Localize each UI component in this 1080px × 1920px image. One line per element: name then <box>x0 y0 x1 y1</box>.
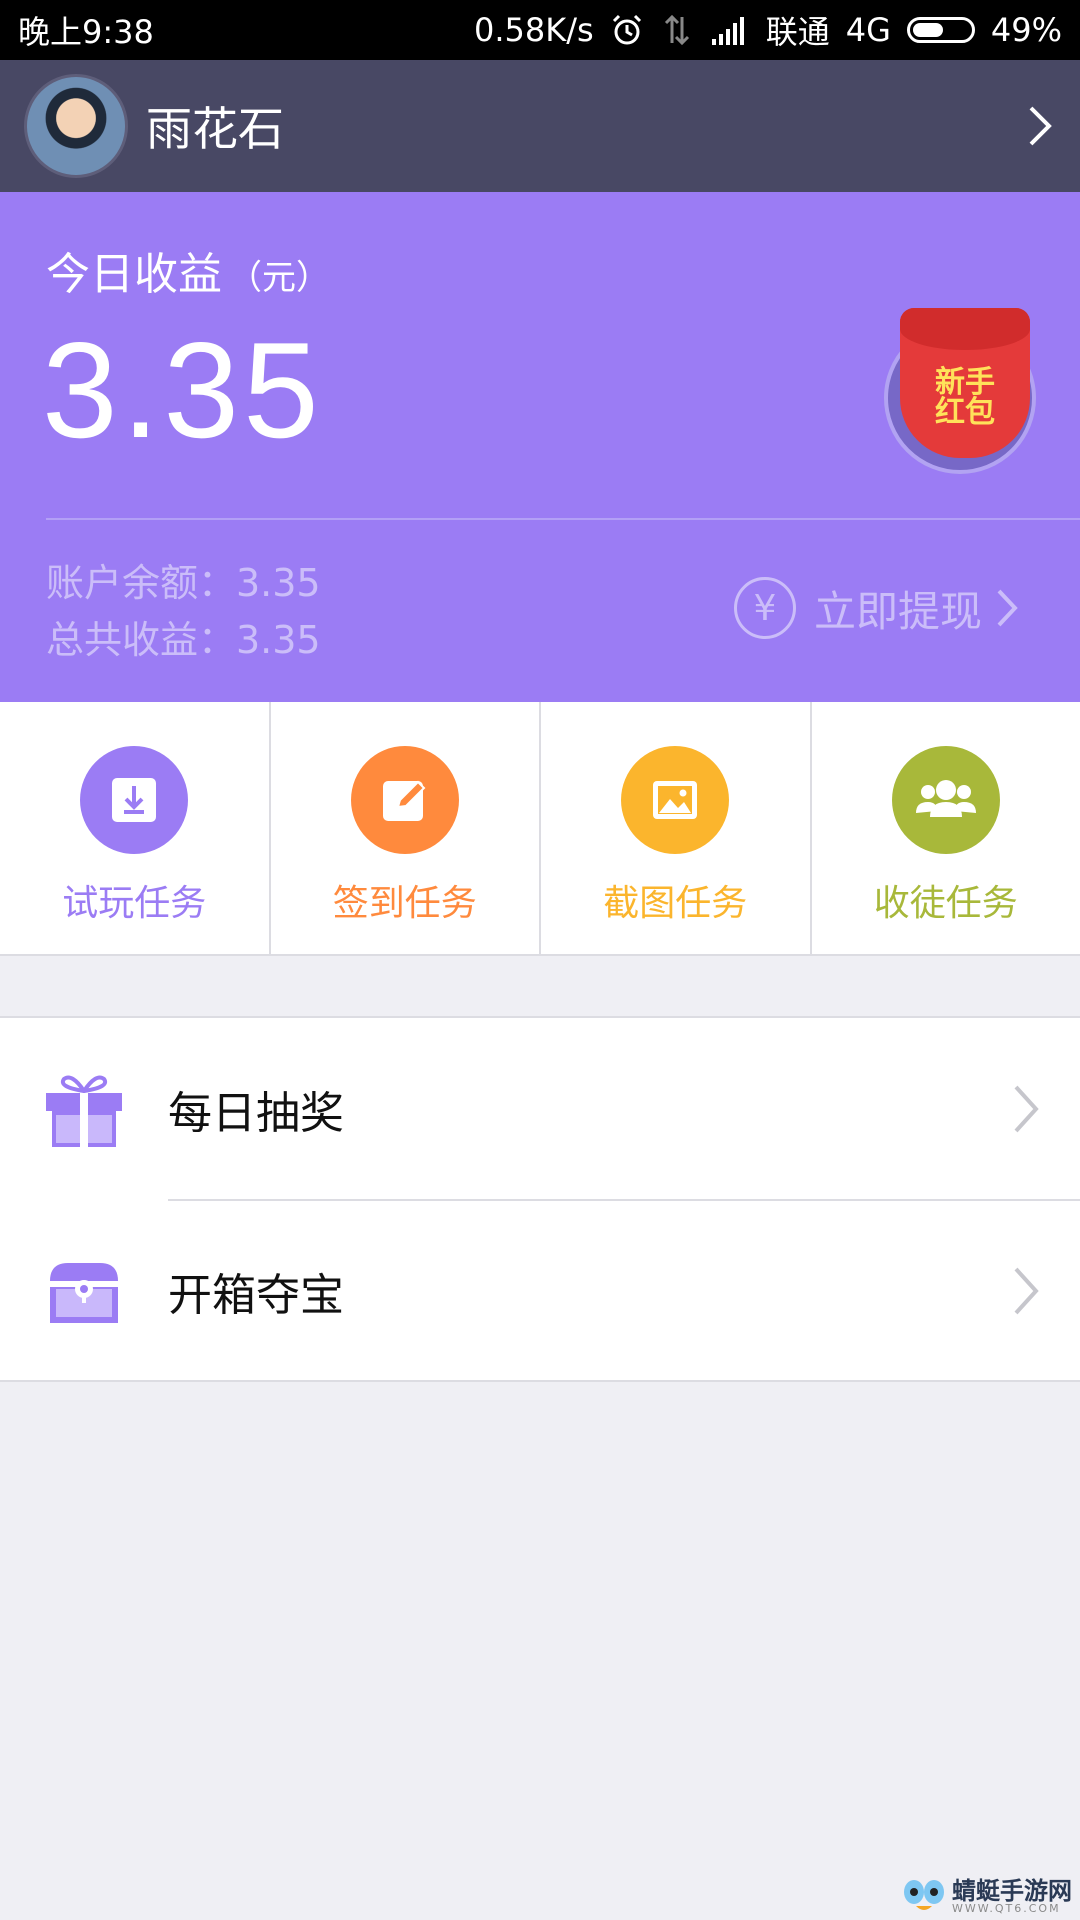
gift-icon <box>46 1075 122 1147</box>
battery-percent: 49% <box>990 11 1062 49</box>
task-label: 收徒任务 <box>873 883 1018 924</box>
newbie-red-packet-button[interactable]: 新手红包 <box>884 308 1036 474</box>
chevron-right-icon <box>996 1265 1056 1317</box>
earnings-panel: 今日收益 （元） 3.35 新手红包 账户余额：3.35 总共收益：3.35 ¥ … <box>0 192 1080 702</box>
data-transfer-icon <box>664 14 689 46</box>
chevron-right-icon[interactable] <box>1000 104 1080 148</box>
chevron-right-icon <box>997 589 1018 627</box>
signal-icon <box>711 17 744 45</box>
status-bar: 晚上9:38 0.58K/s 联通 4G 49% <box>0 0 1080 60</box>
withdraw-button[interactable]: ¥ 立即提现 <box>734 575 1020 641</box>
today-earnings-title: 今日收益 （元） <box>46 238 330 302</box>
status-indicators: 0.58K/s 联通 4G 49% <box>474 7 1062 53</box>
network-type: 4G <box>845 11 891 49</box>
users-icon <box>891 746 1000 854</box>
total-earnings: 总共收益：3.35 <box>46 618 321 662</box>
battery-icon <box>906 17 975 43</box>
download-icon <box>80 746 189 854</box>
menu-list: 每日抽奖 开箱夺宝 <box>0 1016 1080 1382</box>
red-packet-text: 新手红包 <box>935 365 995 430</box>
today-earnings-label: 今日收益 <box>46 249 222 300</box>
list-label: 开箱夺宝 <box>168 1270 344 1321</box>
red-envelope-icon: 新手红包 <box>900 308 1030 458</box>
treasure-chest-icon <box>50 1263 118 1323</box>
account-balance: 账户余额：3.35 <box>46 561 321 605</box>
task-label: 试玩任务 <box>62 883 207 924</box>
task-grid: 试玩任务 签到任务 截图任务 收徒任务 <box>0 702 1080 956</box>
task-screenshot[interactable]: 截图任务 <box>541 702 812 954</box>
profile-header[interactable]: 雨花石 <box>0 60 1080 192</box>
yen-icon: ¥ <box>734 577 796 639</box>
currency-unit: （元） <box>228 258 330 298</box>
alarm-icon <box>612 14 641 45</box>
watermark-text: 蜻蜓手游网 <box>952 1876 1072 1905</box>
avatar[interactable] <box>24 74 128 178</box>
list-item-daily-lottery[interactable]: 每日抽奖 <box>0 1018 1080 1200</box>
today-earnings-value: 3.35 <box>42 314 323 466</box>
task-recruit[interactable]: 收徒任务 <box>812 702 1080 954</box>
chevron-right-icon <box>996 1083 1056 1135</box>
task-label: 截图任务 <box>603 883 748 924</box>
net-speed: 0.58K/s <box>474 11 594 49</box>
image-icon <box>621 746 730 854</box>
site-watermark: 蜻蜓手游网 WWW.QT6.COM <box>902 1876 1072 1916</box>
task-label: 签到任务 <box>332 883 477 924</box>
list-label: 每日抽奖 <box>168 1088 344 1139</box>
carrier-label: 联通 <box>765 13 830 51</box>
divider <box>46 518 1080 520</box>
watermark-url: WWW.QT6.COM <box>952 1901 1061 1915</box>
withdraw-label: 立即提现 <box>814 586 983 636</box>
status-time: 晚上9:38 <box>18 13 154 51</box>
edit-icon <box>350 746 459 854</box>
username: 雨花石 <box>146 102 284 156</box>
task-trial-play[interactable]: 试玩任务 <box>0 702 271 954</box>
list-item-treasure-box[interactable]: 开箱夺宝 <box>0 1200 1080 1382</box>
task-check-in[interactable]: 签到任务 <box>271 702 541 954</box>
dragonfly-logo-icon <box>904 1880 944 1910</box>
